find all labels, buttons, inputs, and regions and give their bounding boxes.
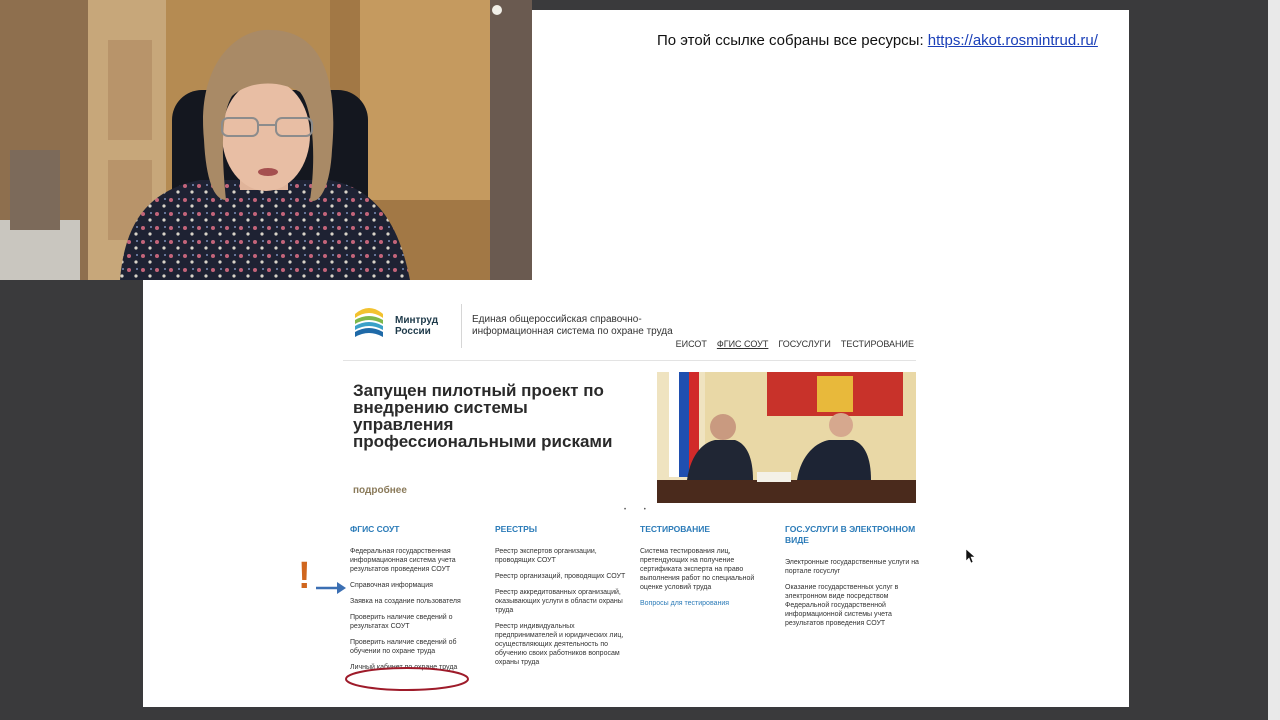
nav-testirovanie[interactable]: ТЕСТИРОВАНИЕ — [841, 339, 914, 349]
mintrud-logo-icon — [353, 304, 385, 340]
logo-text: Минтруд России — [395, 315, 439, 337]
banner-more-link[interactable]: подробнее — [353, 485, 407, 496]
nav-eisot[interactable]: ЕИСОТ — [676, 339, 707, 349]
banner-photo — [657, 372, 916, 503]
caption-text: По этой ссылке собраны все ресурсы: — [657, 32, 928, 49]
resources-link[interactable]: https://akot.rosmintrud.ru/ — [928, 32, 1098, 49]
list-item[interactable]: Реестр аккредитованных организаций, оказ… — [495, 588, 630, 615]
list-item[interactable]: Реестр индивидуальных предпринимателей и… — [495, 622, 630, 667]
header-rule — [343, 360, 916, 361]
column-fgis-sout: ФГИС СОУТ Федеральная государственная ин… — [350, 524, 485, 679]
arrow-right-icon — [316, 582, 346, 594]
list-item[interactable]: Реестр экспертов организации, проводящих… — [495, 547, 630, 565]
column-reestry: РЕЕСТРЫ Реестр экспертов организации, пр… — [495, 524, 630, 674]
nav-gosuslugi[interactable]: ГОСУСЛУГИ — [778, 339, 830, 349]
webcam-video — [0, 0, 532, 280]
carousel-dots[interactable]: • • — [624, 507, 654, 513]
list-item-reference-info[interactable]: Справочная информация — [350, 581, 485, 590]
embedded-website: Минтруд России Единая общероссийская спр… — [343, 300, 919, 700]
nav-fgis-sout[interactable]: ФГИС СОУТ — [717, 339, 769, 349]
list-item[interactable]: Система тестирования лиц, претендующих н… — [640, 547, 775, 592]
list-item[interactable]: Проверить наличие сведений о результатах… — [350, 613, 485, 631]
exclamation-annotation: ! — [298, 555, 311, 597]
header-divider — [461, 304, 462, 348]
list-item[interactable]: Заявка на создание пользователя — [350, 597, 485, 606]
column-heading[interactable]: ТЕСТИРОВАНИЕ — [640, 524, 775, 535]
system-title: Единая общероссийская справочно-информац… — [472, 314, 673, 337]
list-item[interactable]: Оказание государственных услуг в электро… — [785, 583, 920, 628]
column-testirovanie: ТЕСТИРОВАНИЕ Система тестирования лиц, п… — [640, 524, 775, 615]
list-item[interactable]: Электронные государственные услуги на по… — [785, 558, 920, 576]
list-item[interactable]: Федеральная государственная информационн… — [350, 547, 485, 574]
column-gosuslugi: ГОС.УСЛУГИ В ЭЛЕКТРОННОМ ВИДЕ Электронны… — [785, 524, 920, 635]
list-item-test-questions[interactable]: Вопросы для тестирования — [640, 599, 775, 608]
mouse-cursor-icon — [966, 549, 975, 563]
banner-title: Запущен пилотный проект по внедрению сис… — [353, 381, 613, 451]
list-item[interactable]: Реестр организаций, проводящих СОУТ — [495, 572, 630, 581]
column-heading[interactable]: ГОС.УСЛУГИ В ЭЛЕКТРОННОМ ВИДЕ — [785, 524, 920, 546]
presenter-image — [0, 0, 532, 280]
list-item[interactable]: Проверить наличие сведений об обучении п… — [350, 638, 485, 656]
slide-caption: По этой ссылке собраны все ресурсы: http… — [657, 32, 1098, 49]
highlight-circle-annotation — [345, 667, 469, 691]
top-navigation: ЕИСОТ ФГИС СОУТ ГОСУСЛУГИ ТЕСТИРОВАНИЕ — [676, 339, 914, 349]
window-edge — [1268, 0, 1280, 720]
column-heading[interactable]: РЕЕСТРЫ — [495, 524, 630, 535]
column-heading[interactable]: ФГИС СОУТ — [350, 524, 485, 535]
